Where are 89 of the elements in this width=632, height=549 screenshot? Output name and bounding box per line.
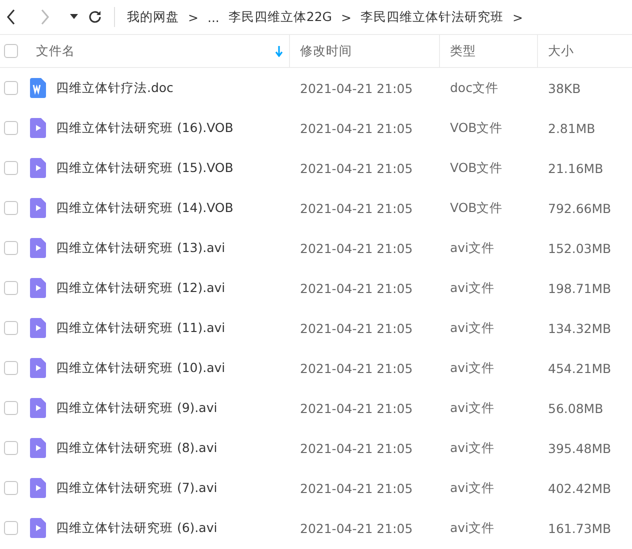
- file-type: avi文件: [450, 280, 495, 296]
- modified-time: 2021-04-21 21:05: [300, 520, 413, 536]
- file-name[interactable]: 四维立体针法研究班 (14).VOB: [56, 200, 234, 216]
- sort-arrow-icon[interactable]: [275, 46, 283, 56]
- breadcrumb[interactable]: 李民四维立体22G: [228, 8, 332, 26]
- row-checkbox[interactable]: [4, 161, 18, 175]
- file-name[interactable]: 四维立体针疗法.doc: [56, 80, 174, 96]
- modified-time: 2021-04-21 21:05: [300, 400, 413, 416]
- file-size: 161.73MB: [548, 520, 612, 536]
- file-name[interactable]: 四维立体针法研究班 (10).avi: [56, 360, 226, 376]
- file-name[interactable]: 四维立体针法研究班 (6).avi: [56, 520, 218, 536]
- modified-time: 2021-04-21 21:05: [300, 240, 413, 256]
- video-file-icon: [30, 198, 46, 218]
- file-name[interactable]: 四维立体针法研究班 (9).avi: [56, 400, 218, 416]
- column-header[interactable]: 大小: [548, 42, 574, 60]
- file-type: VOB文件: [450, 200, 503, 216]
- file-type: avi文件: [450, 240, 495, 256]
- modified-time: 2021-04-21 21:05: [300, 480, 413, 496]
- file-size: 38KB: [548, 80, 581, 96]
- modified-time: 2021-04-21 21:05: [300, 160, 413, 176]
- file-type: avi文件: [450, 320, 495, 336]
- file-type: avi文件: [450, 360, 495, 376]
- column-header[interactable]: 文件名: [36, 42, 275, 60]
- refresh-icon[interactable]: [88, 10, 102, 24]
- breadcrumb[interactable]: 我的网盘: [127, 8, 179, 26]
- video-file-icon: [30, 238, 46, 258]
- row-checkbox[interactable]: [4, 401, 18, 415]
- modified-time: 2021-04-21 21:05: [300, 280, 413, 296]
- file-type: VOB文件: [450, 160, 503, 176]
- modified-time: 2021-04-21 21:05: [300, 200, 413, 216]
- video-file-icon: [30, 398, 46, 418]
- file-name[interactable]: 四维立体针法研究班 (13).avi: [56, 240, 226, 256]
- file-size: 792.66MB: [548, 200, 612, 216]
- file-name[interactable]: 四维立体针法研究班 (15).VOB: [56, 160, 234, 176]
- row-checkbox[interactable]: [4, 241, 18, 255]
- modified-time: 2021-04-21 21:05: [300, 360, 413, 376]
- file-size: 56.08MB: [548, 400, 604, 416]
- file-size: 21.16MB: [548, 160, 604, 176]
- file-type: avi文件: [450, 440, 495, 456]
- row-checkbox[interactable]: [4, 201, 18, 215]
- file-size: 454.21MB: [548, 360, 612, 376]
- file-type: avi文件: [450, 400, 495, 416]
- file-name[interactable]: 四维立体针法研究班 (16).VOB: [56, 120, 234, 136]
- file-type: doc文件: [450, 80, 498, 96]
- breadcrumb[interactable]: >: [341, 10, 352, 24]
- row-checkbox[interactable]: [4, 81, 18, 95]
- back-icon[interactable]: [6, 9, 16, 25]
- file-name[interactable]: 四维立体针法研究班 (11).avi: [56, 320, 226, 336]
- file-type: VOB文件: [450, 120, 503, 136]
- modified-time: 2021-04-21 21:05: [300, 80, 413, 96]
- modified-time: 2021-04-21 21:05: [300, 440, 413, 456]
- file-type: avi文件: [450, 520, 495, 536]
- file-size: 152.03MB: [548, 240, 612, 256]
- dropdown-icon[interactable]: [70, 14, 78, 20]
- file-type: avi文件: [450, 480, 495, 496]
- file-size: 2.81MB: [548, 120, 596, 136]
- file-size: 402.42MB: [548, 480, 612, 496]
- video-file-icon: [30, 358, 46, 378]
- row-checkbox[interactable]: [4, 441, 18, 455]
- video-file-icon: [30, 518, 46, 538]
- breadcrumb[interactable]: ...: [207, 10, 220, 24]
- row-checkbox[interactable]: [4, 121, 18, 135]
- modified-time: 2021-04-21 21:05: [300, 120, 413, 136]
- file-size: 134.32MB: [548, 320, 612, 336]
- video-file-icon: [30, 438, 46, 458]
- file-name[interactable]: 四维立体针法研究班 (8).avi: [56, 440, 218, 456]
- select-all-checkbox[interactable]: [4, 44, 18, 58]
- modified-time: 2021-04-21 21:05: [300, 320, 413, 336]
- file-size: 198.71MB: [548, 280, 612, 296]
- row-checkbox[interactable]: [4, 481, 18, 495]
- file-name[interactable]: 四维立体针法研究班 (7).avi: [56, 480, 218, 496]
- document-icon: [30, 78, 46, 98]
- breadcrumb[interactable]: >: [188, 10, 198, 24]
- video-file-icon: [30, 158, 46, 178]
- row-checkbox[interactable]: [4, 521, 18, 535]
- file-size: 395.48MB: [548, 440, 612, 456]
- video-file-icon: [30, 118, 46, 138]
- row-checkbox[interactable]: [4, 281, 18, 295]
- breadcrumb[interactable]: 李民四维立体针法研究班: [360, 8, 504, 26]
- breadcrumb[interactable]: >: [512, 10, 523, 24]
- file-name[interactable]: 四维立体针法研究班 (12).avi: [56, 280, 226, 296]
- forward-icon[interactable]: [40, 9, 50, 25]
- column-header[interactable]: 修改时间: [300, 42, 352, 60]
- column-header[interactable]: 类型: [450, 42, 476, 60]
- video-file-icon: [30, 318, 46, 338]
- video-file-icon: [30, 478, 46, 498]
- video-file-icon: [30, 278, 46, 298]
- row-checkbox[interactable]: [4, 321, 18, 335]
- row-checkbox[interactable]: [4, 361, 18, 375]
